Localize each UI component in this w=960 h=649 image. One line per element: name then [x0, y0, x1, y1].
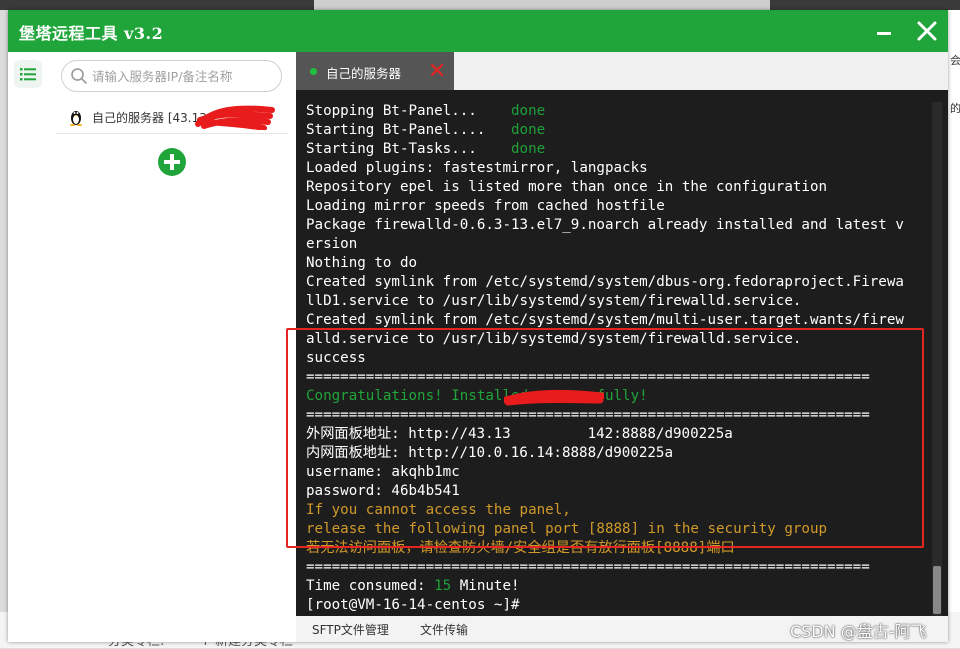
terminal-line-text: [root@VM-16-14-centos ~]#: [306, 597, 520, 613]
terminal-line: Created symlink from /etc/systemd/system…: [306, 273, 926, 292]
background-char: 的: [950, 102, 960, 115]
tab-bar: 自己的服务器: [296, 52, 948, 90]
terminal-line: Nothing to do: [306, 254, 926, 273]
list-icon: [20, 68, 36, 81]
terminal-line: [root@VM-16-14-centos ~]#: [306, 596, 926, 615]
terminal-scrollbar[interactable]: [932, 102, 942, 616]
tab-server[interactable]: 自己的服务器: [296, 52, 454, 90]
terminal-line-text: ========================================…: [306, 559, 870, 575]
sidebar: 自己的服务器 [43.13: [8, 52, 296, 642]
redaction-scribble: [504, 389, 604, 406]
terminal-line: Starting Bt-Tasks... done: [306, 140, 926, 159]
terminal-line-text: Nothing to do: [306, 255, 418, 271]
tab-sftp[interactable]: SFTP文件管理: [312, 621, 389, 638]
terminal-line-text: Repository epel is listed more than once…: [306, 179, 828, 195]
background-right-page: 会 的: [948, 10, 960, 648]
background-char: 会: [950, 54, 960, 67]
server-search[interactable]: [61, 60, 282, 92]
terminal-line-text: Created symlink from /etc/systemd/system…: [306, 274, 904, 290]
terminal-line-text: Loading mirror speeds from cached hostfi…: [306, 198, 665, 214]
linux-tux-icon: [70, 111, 82, 126]
list-menu-button[interactable]: [14, 60, 42, 88]
terminal-line: Repository epel is listed more than once…: [306, 178, 926, 197]
terminal-line: Time consumed: 15 Minute!: [306, 577, 926, 596]
server-name: 自己的服务器 [43.13: [92, 111, 207, 125]
status-done: done: [511, 141, 546, 157]
terminal-line: Stopping Bt-Panel... done: [306, 102, 926, 121]
terminal-line: llD1.service to /usr/lib/systemd/system/…: [306, 292, 926, 311]
close-icon: [917, 21, 937, 41]
highlight-box: [286, 328, 924, 548]
terminal-line: Loaded plugins: fastestmirror, langpacks: [306, 159, 926, 178]
window-title: 堡塔远程工具 v3.2: [19, 24, 164, 43]
terminal-pane: 自己的服务器 Stopping Bt-Panel... done Starting…: [286, 52, 948, 642]
search-icon: [71, 68, 87, 84]
terminal-line-text: ersion: [306, 236, 358, 252]
terminal-line: Package firewalld-0.6.3-13.el7_9.noarch …: [306, 216, 926, 235]
terminal-line-text: Starting Bt-Panel....: [306, 122, 511, 138]
terminal-line-text: Created symlink from /etc/systemd/system…: [306, 312, 904, 328]
terminal-line-text: Starting Bt-Tasks...: [306, 141, 511, 157]
terminal-line-text: Loaded plugins: fastestmirror, langpacks: [306, 160, 648, 176]
search-input[interactable]: [92, 65, 272, 87]
redaction-scribble: [195, 105, 275, 130]
app-window: 堡塔远程工具 v3.2 请输入服务器IP/备注名称 自己的服务器 [43.13 …: [8, 10, 948, 642]
status-done: done: [511, 122, 546, 138]
minimize-button[interactable]: [872, 18, 896, 42]
background-top: [0, 0, 960, 10]
close-tab-icon[interactable]: [430, 63, 444, 77]
add-server-button[interactable]: [158, 148, 186, 176]
terminal-line: Starting Bt-Panel.... done: [306, 121, 926, 140]
terminal-line: ersion: [306, 235, 926, 254]
terminal-line: Loading mirror speeds from cached hostfi…: [306, 197, 926, 216]
tab-file-transfer[interactable]: 文件传输: [420, 621, 468, 638]
terminal-line-text: llD1.service to /usr/lib/systemd/system/…: [306, 293, 802, 309]
title-bar: 堡塔远程工具 v3.2: [8, 10, 948, 52]
scrollbar-thumb[interactable]: [933, 566, 941, 614]
terminal-line-text: Package firewalld-0.6.3-13.el7_9.noarch …: [306, 217, 904, 233]
time-unit: Minute!: [451, 578, 520, 594]
connection-status-dot: [310, 68, 317, 75]
terminal-line: ========================================…: [306, 558, 926, 577]
tab-label: 自己的服务器: [326, 66, 402, 81]
csdn-watermark: CSDN @盘古-阿飞: [790, 622, 927, 641]
close-button[interactable]: [914, 18, 940, 44]
status-done: done: [511, 103, 546, 119]
terminal-line-text: Time consumed:: [306, 578, 435, 594]
terminal-line-text: Stopping Bt-Panel...: [306, 103, 511, 119]
time-value: 15: [434, 578, 452, 594]
